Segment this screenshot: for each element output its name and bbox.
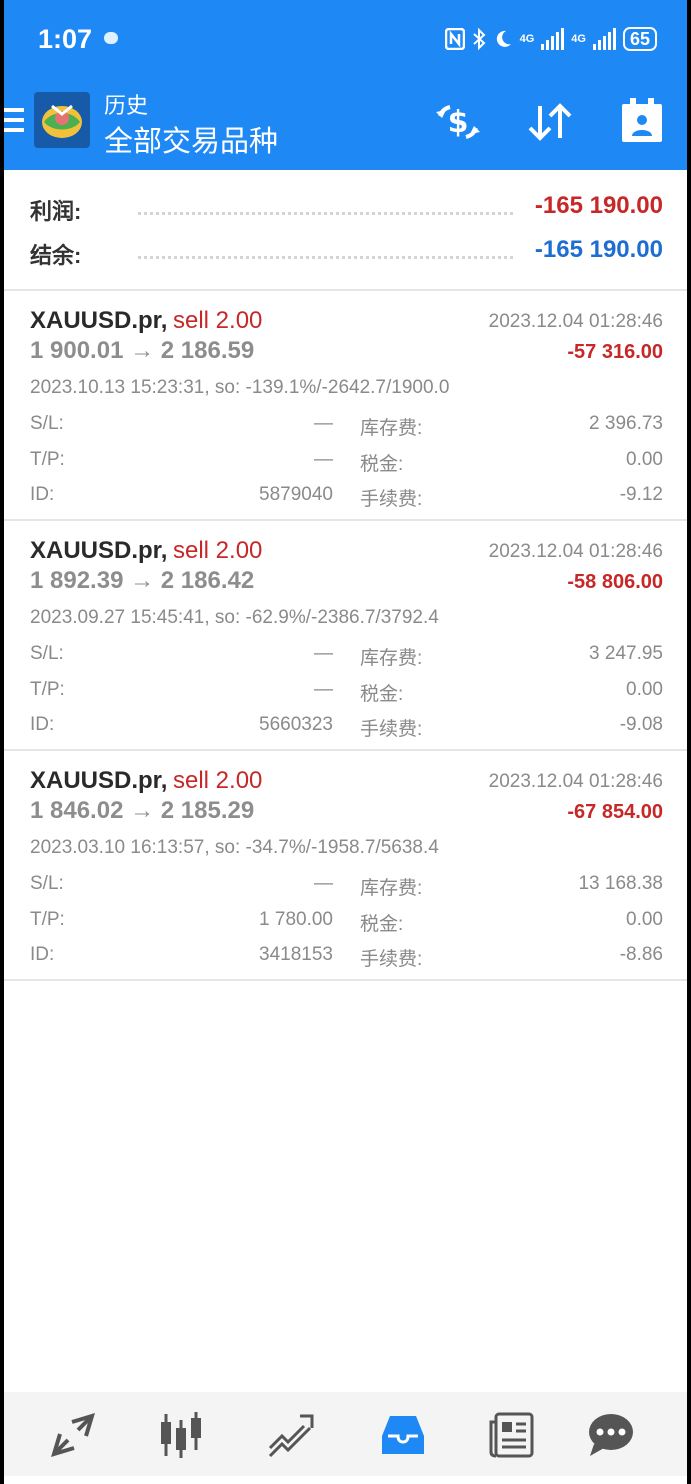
trade-profit: -58 806.00 — [567, 571, 663, 593]
trade-prices: 1 892.39 → 2 186.42 — [30, 567, 255, 594]
tax-label: 税金: — [360, 914, 404, 935]
id-value: 3418153 — [259, 944, 333, 965]
trade-symbol: XAUUSD.pr, — [30, 307, 168, 334]
page-title: 历史 — [104, 93, 149, 118]
trade-close-time: 2023.12.04 01:28:46 — [488, 541, 663, 562]
tax-label: 税金: — [360, 684, 404, 705]
tp-value: 1 780.00 — [259, 909, 333, 930]
svg-text:$: $ — [448, 105, 469, 140]
id-label: ID: — [30, 714, 55, 735]
battery-icon: 65 — [622, 27, 657, 51]
tax-label: 税金: — [360, 454, 404, 475]
app-logo — [34, 92, 90, 148]
tp-value: — — [314, 679, 333, 700]
tax-value: 0.00 — [626, 449, 663, 470]
commission-label: 手续费: — [360, 489, 423, 510]
commission-label: 手续费: — [360, 949, 423, 970]
sl-label: S/L: — [30, 413, 64, 434]
id-value: 5660323 — [259, 714, 333, 735]
trade-side: sell 2.00 — [173, 307, 263, 334]
tp-label: T/P: — [30, 449, 65, 470]
history-icon[interactable] — [378, 1410, 428, 1460]
chat-notification-icon — [104, 32, 118, 44]
calendar-icon[interactable] — [614, 94, 670, 150]
trade-icon[interactable] — [266, 1410, 316, 1460]
tax-value: 0.00 — [626, 909, 663, 930]
trade-prices: 1 900.01 → 2 186.59 — [30, 337, 255, 364]
trade-side: sell 2.00 — [173, 537, 263, 564]
commission-label: 手续费: — [360, 719, 423, 740]
trade-close-time: 2023.12.04 01:28:46 — [488, 311, 663, 332]
network-type-1: 4G — [519, 33, 535, 45]
dotted-leader — [138, 212, 513, 215]
news-icon[interactable] — [488, 1410, 538, 1460]
menu-icon[interactable] — [4, 108, 24, 134]
profit-label: 利润: — [30, 199, 82, 224]
sl-value: — — [314, 873, 333, 894]
trade-prices: 1 846.02 → 2 185.29 — [30, 797, 255, 824]
profit-value: -165 190.00 — [534, 192, 663, 219]
tp-value: — — [314, 449, 333, 470]
trade-symbol: XAUUSD.pr, — [30, 537, 168, 564]
commission-value: -9.08 — [619, 714, 663, 735]
trade-symbol: XAUUSD.pr, — [30, 767, 168, 794]
swap-value: 3 247.95 — [589, 643, 663, 664]
nfc-icon — [444, 28, 465, 50]
quotes-icon[interactable] — [48, 1410, 98, 1460]
swap-label: 库存费: — [360, 648, 423, 669]
sl-value: — — [314, 643, 333, 664]
dotted-leader — [138, 256, 513, 259]
trade-profit: -57 316.00 — [567, 341, 663, 363]
profit-row: 利润: -165 190.00 — [30, 188, 663, 228]
trade-open-info: 2023.09.27 15:45:41, so: -62.9%/-2386.7/… — [30, 607, 439, 628]
trade-close-time: 2023.12.04 01:28:46 — [488, 771, 663, 792]
bottom-navigation — [4, 1392, 687, 1476]
tp-label: T/P: — [30, 909, 65, 930]
id-label: ID: — [30, 944, 55, 965]
commission-value: -9.12 — [619, 484, 663, 505]
chart-icon[interactable] — [156, 1410, 206, 1460]
id-label: ID: — [30, 484, 55, 505]
trade-open-info: 2023.10.13 15:23:31, so: -139.1%/-2642.7… — [30, 377, 450, 398]
signal-strength-icon — [541, 28, 565, 50]
swap-value: 2 396.73 — [589, 413, 663, 434]
signal-strength-icon — [592, 28, 616, 50]
balance-label: 结余: — [30, 243, 82, 268]
status-icons: 4G 4G 65 — [444, 24, 657, 54]
sl-label: S/L: — [30, 873, 64, 894]
trade-item[interactable]: XAUUSD.pr, sell 2.00 2023.12.04 01:28:46… — [4, 751, 687, 981]
sl-value: — — [314, 413, 333, 434]
swap-value: 13 168.38 — [578, 873, 663, 894]
commission-value: -8.86 — [619, 944, 663, 965]
swap-label: 库存费: — [360, 878, 423, 899]
currency-exchange-icon[interactable]: $ — [430, 94, 486, 150]
tax-value: 0.00 — [626, 679, 663, 700]
tp-label: T/P: — [30, 679, 65, 700]
divider — [4, 979, 687, 981]
app-bar: 历史 全部交易品种 $ — [4, 80, 687, 170]
app-screen: 1:07 4G 4G 65 历史 全部交易品种 $ 利润: -165 190.0… — [4, 0, 687, 1484]
moon-icon — [496, 30, 511, 47]
trade-profit: -67 854.00 — [567, 801, 663, 823]
sl-label: S/L: — [30, 643, 64, 664]
trade-item[interactable]: XAUUSD.pr, sell 2.00 2023.12.04 01:28:46… — [4, 291, 687, 521]
swap-label: 库存费: — [360, 418, 423, 439]
trade-open-info: 2023.03.10 16:13:57, so: -34.7%/-1958.7/… — [30, 837, 439, 858]
network-type-2: 4G — [571, 33, 586, 45]
status-bar: 1:07 4G 4G 65 — [4, 0, 687, 80]
trade-side: sell 2.00 — [173, 767, 263, 794]
sort-icon[interactable] — [522, 94, 578, 150]
balance-value: -165 190.00 — [534, 236, 663, 263]
balance-row: 结余: -165 190.00 — [30, 232, 663, 272]
messages-icon[interactable] — [586, 1410, 636, 1460]
status-time: 1:07 — [38, 24, 93, 54]
trade-item[interactable]: XAUUSD.pr, sell 2.00 2023.12.04 01:28:46… — [4, 521, 687, 751]
symbol-filter[interactable]: 全部交易品种 — [104, 118, 278, 160]
id-value: 5879040 — [259, 484, 333, 505]
bluetooth-icon — [472, 28, 486, 50]
